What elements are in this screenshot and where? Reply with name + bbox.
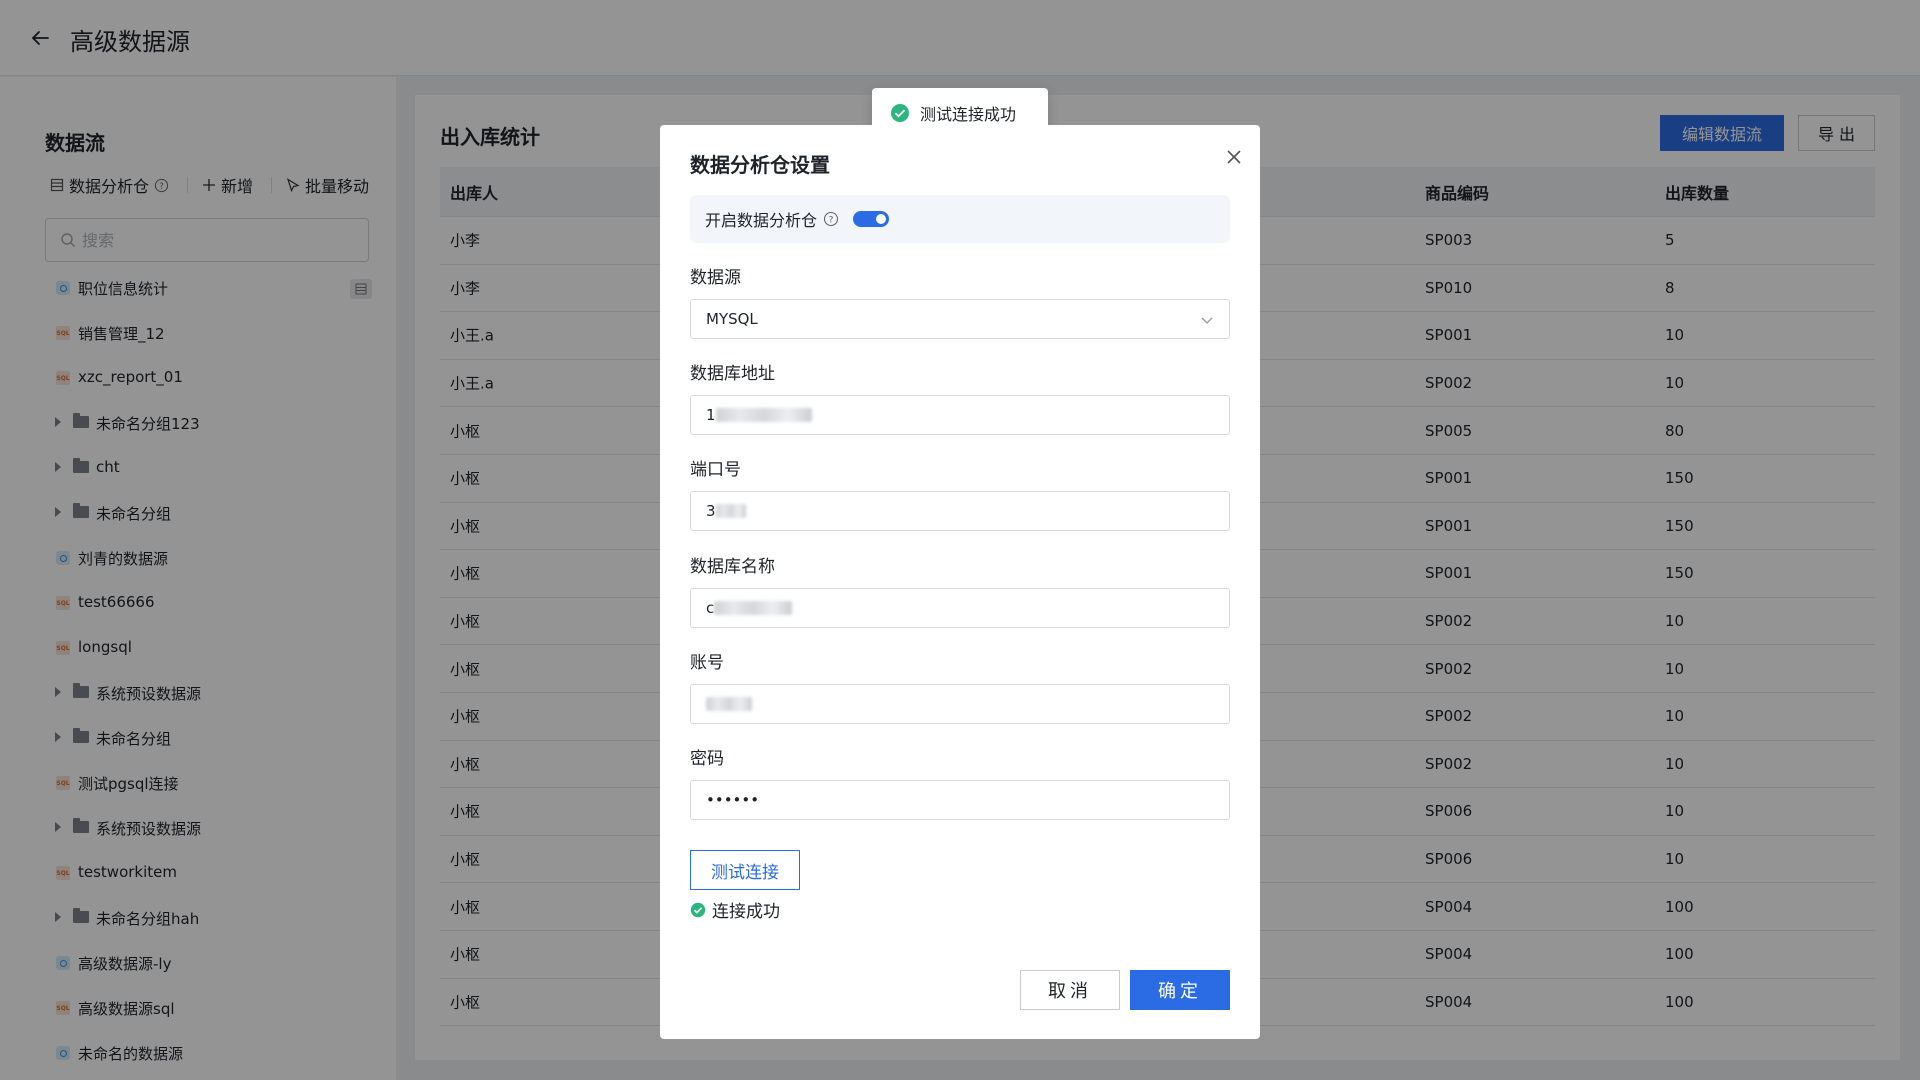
db-host-value: 1	[706, 406, 716, 424]
password-input[interactable]: ••••••	[690, 780, 1230, 820]
check-circle-icon	[891, 104, 909, 122]
check-circle-icon	[690, 902, 706, 917]
password-value: ••••••	[706, 791, 760, 809]
warehouse-switch-row: 开启数据分析仓 ?	[690, 195, 1230, 243]
redacted-text	[715, 504, 746, 518]
toast-text: 测试连接成功	[920, 105, 1017, 124]
close-icon[interactable]	[1222, 145, 1246, 169]
warehouse-toggle[interactable]	[853, 211, 890, 227]
redacted-text	[714, 601, 793, 615]
port-value: 3	[706, 502, 716, 520]
port-label: 端口号	[690, 460, 741, 480]
switch-label: 开启数据分析仓	[705, 211, 818, 230]
password-label: 密码	[690, 749, 724, 769]
db-name-label: 数据库名称	[690, 557, 775, 577]
account-input[interactable]	[690, 684, 1230, 724]
redacted-text	[706, 697, 752, 711]
svg-text:?: ?	[829, 216, 834, 226]
db-host-label: 数据库地址	[690, 364, 775, 384]
warehouse-settings-dialog: 数据分析仓设置 开启数据分析仓 ? 数据源 MYSQL 数据库地址 1 端口号 …	[660, 125, 1260, 1039]
dialog-title: 数据分析仓设置	[690, 153, 830, 177]
help-icon[interactable]: ?	[823, 211, 839, 227]
redacted-text	[715, 408, 812, 422]
confirm-button[interactable]: 确定	[1130, 970, 1230, 1010]
test-connection-button[interactable]: 测试连接	[690, 850, 800, 890]
db-name-input[interactable]: c	[690, 588, 1230, 628]
datasource-value: MYSQL	[706, 310, 758, 328]
db-host-input[interactable]: 1	[690, 395, 1230, 435]
chevron-down-icon	[1201, 317, 1213, 324]
account-label: 账号	[690, 653, 724, 673]
connection-status: 连接成功	[690, 897, 780, 922]
connection-status-text: 连接成功	[712, 902, 780, 922]
port-input[interactable]: 3	[690, 491, 1230, 531]
db-name-value: c	[706, 599, 715, 617]
datasource-label: 数据源	[690, 268, 741, 288]
cancel-button[interactable]: 取消	[1020, 970, 1120, 1010]
datasource-select[interactable]: MYSQL	[690, 299, 1230, 339]
